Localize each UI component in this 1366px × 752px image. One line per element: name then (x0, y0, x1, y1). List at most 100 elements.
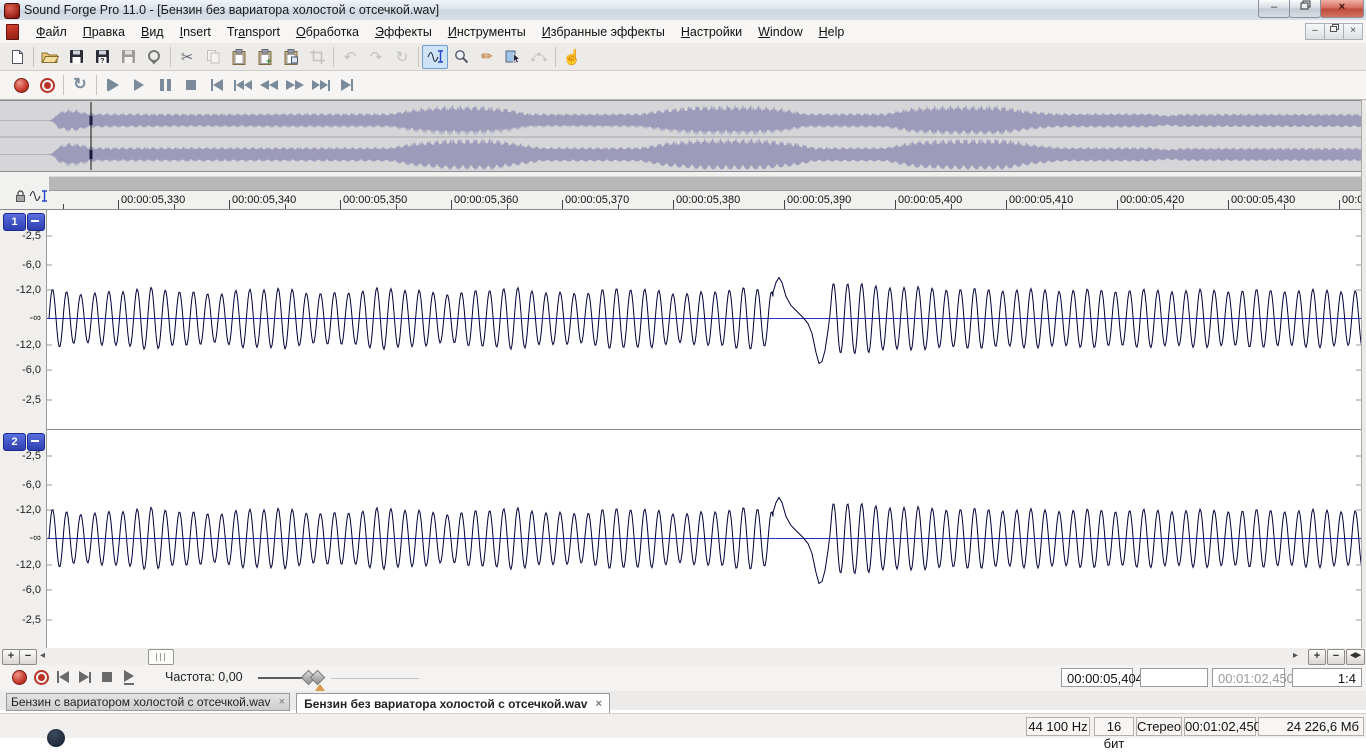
menu-item-4[interactable]: Transport (219, 23, 288, 41)
document-tab-1[interactable]: Бензин с вариатором холостой с отсечкой.… (6, 693, 290, 711)
save-button[interactable] (63, 45, 89, 69)
selection-display[interactable] (1140, 668, 1208, 687)
stop-button[interactable] (178, 74, 204, 96)
ruler-tick (618, 204, 619, 209)
rate-slider-track[interactable] (258, 677, 305, 679)
zoom-out-button[interactable]: − (19, 649, 37, 665)
menu-item-5[interactable]: Обработка (288, 23, 367, 41)
edit-tool-icon[interactable] (29, 188, 49, 207)
menu-item-6[interactable]: Эффекты (367, 23, 440, 41)
whats-this-help-button[interactable]: ☝ (559, 45, 585, 69)
mdi-minimize-button[interactable]: – (1305, 23, 1325, 40)
rate-slider-track-right[interactable] (331, 678, 419, 679)
play-all-mini-button[interactable] (118, 667, 140, 687)
track-separator[interactable] (47, 429, 1366, 430)
db-scale-label: -∞ (29, 532, 41, 544)
position-display[interactable]: 00:00:05,404 (1061, 668, 1133, 687)
undo-button[interactable]: ↶ (337, 45, 363, 69)
restore-button[interactable] (1289, 0, 1321, 18)
menu-item-7[interactable]: Инструменты (440, 23, 534, 41)
mdi-restore-button[interactable] (1324, 23, 1344, 40)
repeat-button[interactable]: ↻ (389, 45, 415, 69)
track-1-badge[interactable]: 1 (3, 213, 26, 231)
zoom-in-button[interactable]: + (2, 649, 20, 665)
playbar-row: Частота: 0,00 00:00:05,404 00:01:02,450 … (0, 665, 1366, 691)
scrollbar-thumb[interactable] (148, 649, 174, 665)
open-file-button[interactable] (37, 45, 63, 69)
rewind-button[interactable] (256, 74, 282, 96)
edit-tool-button[interactable] (422, 45, 448, 69)
lock-icon[interactable] (15, 189, 26, 206)
minimize-button[interactable]: – (1258, 0, 1290, 18)
ruler-scroll-strip[interactable] (49, 176, 1366, 191)
pencil-tool-button[interactable]: ✏ (474, 45, 500, 69)
next-button[interactable] (308, 74, 334, 96)
document-tab-2[interactable]: Бензин без вариатора холостой с отсечкой… (296, 693, 610, 713)
hzoom-out-button[interactable]: − (1327, 649, 1345, 665)
copy-button[interactable] (200, 45, 226, 69)
loop-playback-button[interactable]: ↻ (67, 74, 93, 96)
ruler-tick (1228, 200, 1229, 209)
paste-to-new-button[interactable] (278, 45, 304, 69)
menu-item-11[interactable]: Help (811, 23, 853, 41)
zoom-ratio-display[interactable]: 1:4 (1292, 668, 1362, 687)
envelope-tool-button[interactable] (526, 45, 552, 69)
record-mini-button[interactable] (8, 667, 30, 687)
save-all-button[interactable] (115, 45, 141, 69)
title-bar: Sound Forge Pro 11.0 - [Бензин без вариа… (0, 0, 1366, 21)
track-2-minimize-button[interactable] (27, 433, 45, 451)
paste-special-button[interactable]: + (252, 45, 278, 69)
cut-button[interactable]: ✂ (174, 45, 200, 69)
go-to-start-button[interactable] (204, 74, 230, 96)
menu-item-8[interactable]: Избранные эффекты (534, 23, 673, 41)
trim-button[interactable] (304, 45, 330, 69)
forward-button[interactable] (282, 74, 308, 96)
rate-slider-handle2[interactable] (310, 670, 326, 686)
record-armed-button[interactable] (34, 74, 60, 96)
new-file-button[interactable] (4, 45, 30, 69)
status-sample-rate: 44 100 Hz (1026, 717, 1090, 736)
go-to-end-button[interactable] (334, 74, 360, 96)
scroll-left-arrow[interactable]: ◂ (40, 651, 45, 661)
redo-button[interactable]: ↷ (363, 45, 389, 69)
render-as-button[interactable] (141, 45, 167, 69)
previous-button[interactable] (230, 74, 256, 96)
menu-item-2[interactable]: Вид (133, 23, 172, 41)
menu-item-0[interactable]: Файл (28, 23, 75, 41)
event-tool-button[interactable] (500, 45, 526, 69)
stop-mini-button[interactable] (96, 667, 118, 687)
save-as-button[interactable]: ? (89, 45, 115, 69)
record-button[interactable] (8, 74, 34, 96)
repeat-icon: ↻ (396, 48, 409, 66)
sound-forge-icon (4, 3, 20, 19)
track-2-badge[interactable]: 2 (3, 433, 26, 451)
hzoom-in-button[interactable]: + (1308, 649, 1326, 665)
time-ruler[interactable]: 00:00:05,33000:00:05,34000:00:05,35000:0… (0, 172, 1366, 210)
menu-item-9[interactable]: Настройки (673, 23, 750, 41)
close-button[interactable]: × (1320, 0, 1364, 18)
paste-button[interactable] (226, 45, 252, 69)
length-display[interactable]: 00:01:02,450 (1212, 668, 1285, 687)
ruler-tick (118, 200, 119, 209)
track-1-minimize-button[interactable] (27, 213, 45, 231)
pause-button[interactable] (152, 74, 178, 96)
play-button[interactable] (126, 74, 152, 96)
play-all-button[interactable] (100, 74, 126, 96)
ruler-label: 00:00:05,410 (1009, 194, 1073, 206)
menu-item-1[interactable]: Правка (75, 23, 133, 41)
magnify-tool-button[interactable] (448, 45, 474, 69)
tab-close-icon[interactable]: × (595, 699, 601, 709)
horizontal-scroll-row: + − ◂ ▸ + − ◀▶ (0, 648, 1366, 665)
mdi-close-button[interactable]: × (1343, 23, 1363, 40)
overview-waveform[interactable] (0, 100, 1366, 172)
menu-item-10[interactable]: Window (750, 23, 810, 41)
scroll-right-arrow[interactable]: ▸ (1293, 651, 1298, 661)
go-to-start-mini-button[interactable] (52, 667, 74, 687)
menu-item-3[interactable]: Insert (172, 23, 219, 41)
record-armed-mini-button[interactable] (30, 667, 52, 687)
track-zone[interactable]: 1-2,5-6,0-12,0-∞-12,0-6,0-2,52-2,5-6,0-1… (0, 210, 1366, 648)
fit-width-button[interactable]: ◀▶ (1346, 649, 1365, 665)
tab-close-icon[interactable]: × (279, 697, 285, 707)
go-to-end-mini-button[interactable] (74, 667, 96, 687)
ruler-tick (1173, 204, 1174, 209)
